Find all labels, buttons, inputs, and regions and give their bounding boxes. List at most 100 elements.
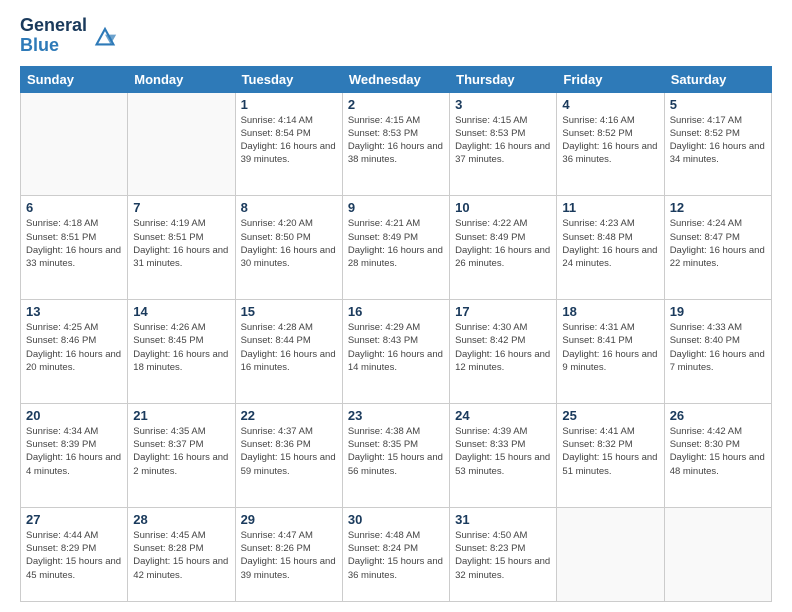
calendar-cell: 4 Sunrise: 4:16 AMSunset: 8:52 PMDaylight… bbox=[557, 92, 664, 196]
calendar-cell: 21 Sunrise: 4:35 AMSunset: 8:37 PMDayligh… bbox=[128, 403, 235, 507]
logo-icon bbox=[91, 22, 119, 50]
calendar-cell: 29 Sunrise: 4:47 AMSunset: 8:26 PMDayligh… bbox=[235, 507, 342, 601]
day-number: 10 bbox=[455, 200, 551, 215]
day-detail: Sunrise: 4:30 AMSunset: 8:42 PMDaylight:… bbox=[455, 321, 551, 374]
weekday-header-wednesday: Wednesday bbox=[342, 66, 449, 92]
calendar-cell: 13 Sunrise: 4:25 AMSunset: 8:46 PMDayligh… bbox=[21, 300, 128, 404]
calendar-table: SundayMondayTuesdayWednesdayThursdayFrid… bbox=[20, 66, 772, 602]
calendar-cell: 7 Sunrise: 4:19 AMSunset: 8:51 PMDaylight… bbox=[128, 196, 235, 300]
calendar-cell: 20 Sunrise: 4:34 AMSunset: 8:39 PMDayligh… bbox=[21, 403, 128, 507]
day-detail: Sunrise: 4:28 AMSunset: 8:44 PMDaylight:… bbox=[241, 321, 337, 374]
calendar-cell: 2 Sunrise: 4:15 AMSunset: 8:53 PMDaylight… bbox=[342, 92, 449, 196]
day-number: 9 bbox=[348, 200, 444, 215]
day-detail: Sunrise: 4:23 AMSunset: 8:48 PMDaylight:… bbox=[562, 217, 658, 270]
calendar-cell: 1 Sunrise: 4:14 AMSunset: 8:54 PMDaylight… bbox=[235, 92, 342, 196]
day-detail: Sunrise: 4:22 AMSunset: 8:49 PMDaylight:… bbox=[455, 217, 551, 270]
day-number: 28 bbox=[133, 512, 229, 527]
day-detail: Sunrise: 4:29 AMSunset: 8:43 PMDaylight:… bbox=[348, 321, 444, 374]
day-number: 11 bbox=[562, 200, 658, 215]
calendar-cell bbox=[21, 92, 128, 196]
logo-text: GeneralBlue bbox=[20, 16, 87, 56]
day-detail: Sunrise: 4:42 AMSunset: 8:30 PMDaylight:… bbox=[670, 425, 766, 478]
calendar-week-row: 20 Sunrise: 4:34 AMSunset: 8:39 PMDayligh… bbox=[21, 403, 772, 507]
calendar-cell: 26 Sunrise: 4:42 AMSunset: 8:30 PMDayligh… bbox=[664, 403, 771, 507]
weekday-header-saturday: Saturday bbox=[664, 66, 771, 92]
day-number: 6 bbox=[26, 200, 122, 215]
calendar-week-row: 6 Sunrise: 4:18 AMSunset: 8:51 PMDaylight… bbox=[21, 196, 772, 300]
calendar-cell: 27 Sunrise: 4:44 AMSunset: 8:29 PMDayligh… bbox=[21, 507, 128, 601]
day-number: 3 bbox=[455, 97, 551, 112]
day-number: 25 bbox=[562, 408, 658, 423]
day-number: 12 bbox=[670, 200, 766, 215]
day-number: 1 bbox=[241, 97, 337, 112]
day-number: 17 bbox=[455, 304, 551, 319]
calendar-header-row: SundayMondayTuesdayWednesdayThursdayFrid… bbox=[21, 66, 772, 92]
day-detail: Sunrise: 4:15 AMSunset: 8:53 PMDaylight:… bbox=[455, 114, 551, 167]
calendar-week-row: 13 Sunrise: 4:25 AMSunset: 8:46 PMDayligh… bbox=[21, 300, 772, 404]
day-number: 4 bbox=[562, 97, 658, 112]
day-number: 21 bbox=[133, 408, 229, 423]
calendar-cell: 6 Sunrise: 4:18 AMSunset: 8:51 PMDaylight… bbox=[21, 196, 128, 300]
day-detail: Sunrise: 4:37 AMSunset: 8:36 PMDaylight:… bbox=[241, 425, 337, 478]
day-detail: Sunrise: 4:20 AMSunset: 8:50 PMDaylight:… bbox=[241, 217, 337, 270]
weekday-header-thursday: Thursday bbox=[450, 66, 557, 92]
calendar-cell: 31Sunrise: 4:50 AMSunset: 8:23 PMDayligh… bbox=[450, 507, 557, 601]
calendar-cell: 19Sunrise: 4:33 AMSunset: 8:40 PMDayligh… bbox=[664, 300, 771, 404]
day-number: 14 bbox=[133, 304, 229, 319]
day-detail: Sunrise: 4:19 AMSunset: 8:51 PMDaylight:… bbox=[133, 217, 229, 270]
day-number: 24 bbox=[455, 408, 551, 423]
calendar-cell bbox=[557, 507, 664, 601]
day-number: 15 bbox=[241, 304, 337, 319]
calendar-cell bbox=[664, 507, 771, 601]
day-detail: Sunrise: 4:15 AMSunset: 8:53 PMDaylight:… bbox=[348, 114, 444, 167]
weekday-header-friday: Friday bbox=[557, 66, 664, 92]
calendar-cell: 24 Sunrise: 4:39 AMSunset: 8:33 PMDayligh… bbox=[450, 403, 557, 507]
day-number: 31 bbox=[455, 512, 551, 527]
day-number: 7 bbox=[133, 200, 229, 215]
day-number: 23 bbox=[348, 408, 444, 423]
weekday-header-tuesday: Tuesday bbox=[235, 66, 342, 92]
day-detail: Sunrise: 4:44 AMSunset: 8:29 PMDaylight:… bbox=[26, 529, 122, 582]
calendar-cell: 16 Sunrise: 4:29 AMSunset: 8:43 PMDayligh… bbox=[342, 300, 449, 404]
day-number: 29 bbox=[241, 512, 337, 527]
calendar-cell: 9 Sunrise: 4:21 AMSunset: 8:49 PMDaylight… bbox=[342, 196, 449, 300]
calendar-cell: 14 Sunrise: 4:26 AMSunset: 8:45 PMDayligh… bbox=[128, 300, 235, 404]
calendar-cell: 28 Sunrise: 4:45 AMSunset: 8:28 PMDayligh… bbox=[128, 507, 235, 601]
day-detail: Sunrise: 4:38 AMSunset: 8:35 PMDaylight:… bbox=[348, 425, 444, 478]
day-detail: Sunrise: 4:26 AMSunset: 8:45 PMDaylight:… bbox=[133, 321, 229, 374]
day-number: 16 bbox=[348, 304, 444, 319]
calendar-cell: 10 Sunrise: 4:22 AMSunset: 8:49 PMDayligh… bbox=[450, 196, 557, 300]
weekday-header-sunday: Sunday bbox=[21, 66, 128, 92]
day-number: 5 bbox=[670, 97, 766, 112]
day-detail: Sunrise: 4:33 AMSunset: 8:40 PMDaylight:… bbox=[670, 321, 766, 374]
day-number: 13 bbox=[26, 304, 122, 319]
day-number: 22 bbox=[241, 408, 337, 423]
calendar-cell: 3 Sunrise: 4:15 AMSunset: 8:53 PMDaylight… bbox=[450, 92, 557, 196]
day-number: 20 bbox=[26, 408, 122, 423]
day-number: 26 bbox=[670, 408, 766, 423]
day-detail: Sunrise: 4:14 AMSunset: 8:54 PMDaylight:… bbox=[241, 114, 337, 167]
day-detail: Sunrise: 4:16 AMSunset: 8:52 PMDaylight:… bbox=[562, 114, 658, 167]
day-detail: Sunrise: 4:18 AMSunset: 8:51 PMDaylight:… bbox=[26, 217, 122, 270]
day-number: 27 bbox=[26, 512, 122, 527]
calendar-cell: 22 Sunrise: 4:37 AMSunset: 8:36 PMDayligh… bbox=[235, 403, 342, 507]
day-detail: Sunrise: 4:24 AMSunset: 8:47 PMDaylight:… bbox=[670, 217, 766, 270]
day-number: 2 bbox=[348, 97, 444, 112]
day-detail: Sunrise: 4:34 AMSunset: 8:39 PMDaylight:… bbox=[26, 425, 122, 478]
day-detail: Sunrise: 4:41 AMSunset: 8:32 PMDaylight:… bbox=[562, 425, 658, 478]
day-detail: Sunrise: 4:25 AMSunset: 8:46 PMDaylight:… bbox=[26, 321, 122, 374]
calendar-cell bbox=[128, 92, 235, 196]
day-detail: Sunrise: 4:39 AMSunset: 8:33 PMDaylight:… bbox=[455, 425, 551, 478]
day-detail: Sunrise: 4:17 AMSunset: 8:52 PMDaylight:… bbox=[670, 114, 766, 167]
calendar-cell: 11 Sunrise: 4:23 AMSunset: 8:48 PMDayligh… bbox=[557, 196, 664, 300]
calendar-cell: 8Sunrise: 4:20 AMSunset: 8:50 PMDaylight… bbox=[235, 196, 342, 300]
day-detail: Sunrise: 4:47 AMSunset: 8:26 PMDaylight:… bbox=[241, 529, 337, 582]
day-detail: Sunrise: 4:35 AMSunset: 8:37 PMDaylight:… bbox=[133, 425, 229, 478]
day-number: 30 bbox=[348, 512, 444, 527]
calendar-cell: 18Sunrise: 4:31 AMSunset: 8:41 PMDayligh… bbox=[557, 300, 664, 404]
calendar-cell: 30Sunrise: 4:48 AMSunset: 8:24 PMDayligh… bbox=[342, 507, 449, 601]
day-detail: Sunrise: 4:45 AMSunset: 8:28 PMDaylight:… bbox=[133, 529, 229, 582]
calendar-cell: 12 Sunrise: 4:24 AMSunset: 8:47 PMDayligh… bbox=[664, 196, 771, 300]
weekday-header-monday: Monday bbox=[128, 66, 235, 92]
day-detail: Sunrise: 4:21 AMSunset: 8:49 PMDaylight:… bbox=[348, 217, 444, 270]
